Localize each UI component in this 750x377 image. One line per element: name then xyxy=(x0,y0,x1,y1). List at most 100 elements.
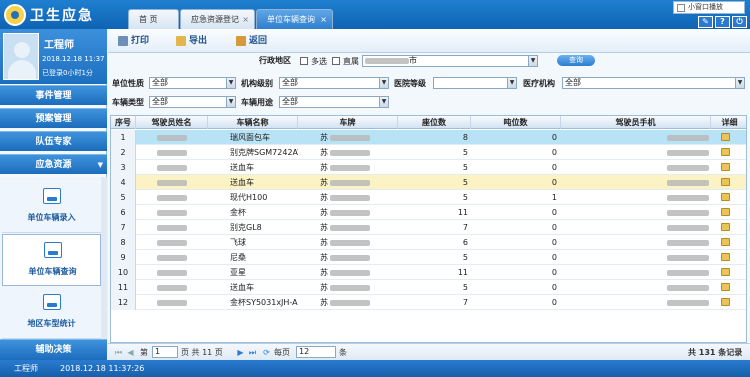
first-page-icon[interactable]: ⏮ xyxy=(114,348,123,357)
unit-type-value: 全部 xyxy=(152,78,168,87)
help-icon[interactable]: ? xyxy=(715,16,730,28)
table-row[interactable]: 11 送血车 苏 5 0 xyxy=(111,280,746,295)
tab-resource-register[interactable]: 应急资源登记 × xyxy=(180,9,255,29)
detail-icon[interactable] xyxy=(721,133,730,141)
org-level-select[interactable]: 全部 ▼ xyxy=(279,77,389,89)
vehicle-use-select[interactable]: 全部 ▼ xyxy=(279,96,389,108)
cell-index: 11 xyxy=(111,280,136,295)
hospital-level-select[interactable]: ▼ xyxy=(433,77,517,89)
cell-tons: 0 xyxy=(551,283,557,292)
print-button[interactable]: 打印 xyxy=(118,34,149,48)
org-level-label: 机构级别 xyxy=(241,79,273,88)
tab-home[interactable]: 首 页 xyxy=(128,9,179,29)
nav-label: 辅助决策 xyxy=(35,345,72,355)
search-button[interactable]: 查询 xyxy=(557,55,595,66)
region-select[interactable]: 市 ▼ xyxy=(362,55,538,67)
table-row[interactable]: 7 别克GL8 苏 7 0 xyxy=(111,220,746,235)
table-row[interactable]: 6 金杯 苏 11 0 xyxy=(111,205,746,220)
unit-type-select[interactable]: 全部 ▼ xyxy=(149,77,236,89)
redacted-text xyxy=(157,224,187,231)
cell-driver-name xyxy=(136,160,208,175)
cell-seats: 7 xyxy=(462,223,468,232)
detail-icon[interactable] xyxy=(721,148,730,156)
table-row[interactable]: 10 亚星 苏 11 0 xyxy=(111,265,746,280)
cell-vehicle-name: 尼桑 xyxy=(230,253,246,262)
cell-vehicle-name: 现代H100 xyxy=(230,193,268,202)
nav-decision-support[interactable]: 辅助决策 xyxy=(0,339,107,360)
exit-icon[interactable]: ⏻ xyxy=(732,16,747,28)
back-arrow-icon xyxy=(236,36,246,46)
redacted-text xyxy=(157,239,187,246)
detail-icon[interactable] xyxy=(721,283,730,291)
detail-icon[interactable] xyxy=(721,178,730,186)
nav-event-management[interactable]: 事件管理 xyxy=(0,85,107,105)
redacted-text xyxy=(667,194,709,201)
cell-driver-name xyxy=(136,205,208,220)
nav-team-experts[interactable]: 队伍专家 xyxy=(0,131,107,151)
redacted-text xyxy=(157,299,187,306)
table-row[interactable]: 5 现代H100 苏 5 1 xyxy=(111,190,746,205)
nav-plan-management[interactable]: 预案管理 xyxy=(0,108,107,128)
detail-icon[interactable] xyxy=(721,238,730,246)
tab-vehicle-query[interactable]: 单位车辆查询 × xyxy=(256,9,333,29)
edit-icon[interactable]: ✎ xyxy=(698,16,713,28)
detail-icon[interactable] xyxy=(721,268,730,276)
detail-icon[interactable] xyxy=(721,298,730,306)
table-row[interactable]: 8 飞球 苏 6 0 xyxy=(111,235,746,250)
detail-icon[interactable] xyxy=(721,223,730,231)
pagination: ⏮ ◀ 第 1 页 共 11 页 ▶ ⏭ ⟳ 每页 12 条 共 131 条记录 xyxy=(108,343,750,360)
mini-window-toggle[interactable]: 小窗口播放 xyxy=(673,1,745,14)
detail-icon[interactable] xyxy=(721,163,730,171)
next-page-icon[interactable]: ▶ xyxy=(236,348,245,357)
detail-icon[interactable] xyxy=(721,253,730,261)
mini-window-checkbox[interactable] xyxy=(677,4,685,12)
cell-tons: 0 xyxy=(551,268,557,277)
multi-select-checkbox[interactable] xyxy=(300,57,308,65)
table-row[interactable]: 3 送血车 苏 5 0 xyxy=(111,160,746,175)
last-page-icon[interactable]: ⏭ xyxy=(248,348,257,357)
export-icon xyxy=(176,36,186,46)
page-input[interactable]: 1 xyxy=(152,346,178,358)
plate-prefix: 苏 xyxy=(320,208,328,217)
prev-page-icon[interactable]: ◀ xyxy=(126,348,135,357)
export-button[interactable]: 导出 xyxy=(176,34,207,48)
subnav-vehicle-query[interactable]: 单位车辆查询 xyxy=(2,234,101,286)
redacted-text xyxy=(667,239,709,246)
cell-tons: 0 xyxy=(551,238,557,247)
table-row[interactable]: 4 送血车 苏 5 0 xyxy=(111,175,746,190)
search-label: 查询 xyxy=(569,56,583,64)
plate-prefix: 苏 xyxy=(320,193,328,202)
nav-emergency-resources[interactable]: 应急资源 ▼ xyxy=(0,154,107,174)
back-button[interactable]: 返回 xyxy=(236,34,267,48)
direct-checkbox[interactable] xyxy=(332,57,340,65)
multi-select-label: 多选 xyxy=(311,57,327,66)
cell-plate: 苏 xyxy=(298,250,398,265)
cell-plate: 苏 xyxy=(298,145,398,160)
vehicle-type-select[interactable]: 全部 ▼ xyxy=(149,96,236,108)
col-detail: 详细 xyxy=(721,118,738,127)
cell-seats: 7 xyxy=(462,298,468,307)
plate-prefix: 苏 xyxy=(320,283,328,292)
cell-seats: 5 xyxy=(462,163,468,172)
table-row[interactable]: 1 瑞风面包车 苏 8 0 xyxy=(111,130,746,145)
table-row[interactable]: 2 别克牌SGM7242ATA 苏 5 0 xyxy=(111,145,746,160)
subnav-region-stats[interactable]: 地区车型统计 xyxy=(2,287,101,339)
detail-icon[interactable] xyxy=(721,208,730,216)
close-icon[interactable]: × xyxy=(320,10,327,30)
region-value: 市 xyxy=(409,56,417,65)
detail-icon[interactable] xyxy=(721,193,730,201)
footer-time: 2018.12.18 11:37:26 xyxy=(60,364,145,373)
app-title: 卫生应急 xyxy=(30,8,94,24)
table-row[interactable]: 12 金杯SY5031xJH-A1 苏 7 0 xyxy=(111,295,746,310)
redacted-text xyxy=(330,224,370,231)
per-page-input[interactable]: 12 xyxy=(296,346,336,358)
main-panel: 打印 导出 返回 行政地区 多选 直属 市 ▼ 查询 单位性质 全部 ▼ 机构级… xyxy=(108,29,750,360)
table-row[interactable]: 9 尼桑 苏 5 0 xyxy=(111,250,746,265)
subnav-scrollbar[interactable] xyxy=(101,177,107,339)
redacted-text xyxy=(157,134,187,141)
cell-driver-name xyxy=(136,295,208,310)
refresh-icon[interactable]: ⟳ xyxy=(262,348,271,357)
subnav-vehicle-entry[interactable]: 单位车辆录入 xyxy=(2,181,101,233)
close-icon[interactable]: × xyxy=(242,10,249,30)
medical-org-select[interactable]: 全部 ▼ xyxy=(562,77,745,89)
